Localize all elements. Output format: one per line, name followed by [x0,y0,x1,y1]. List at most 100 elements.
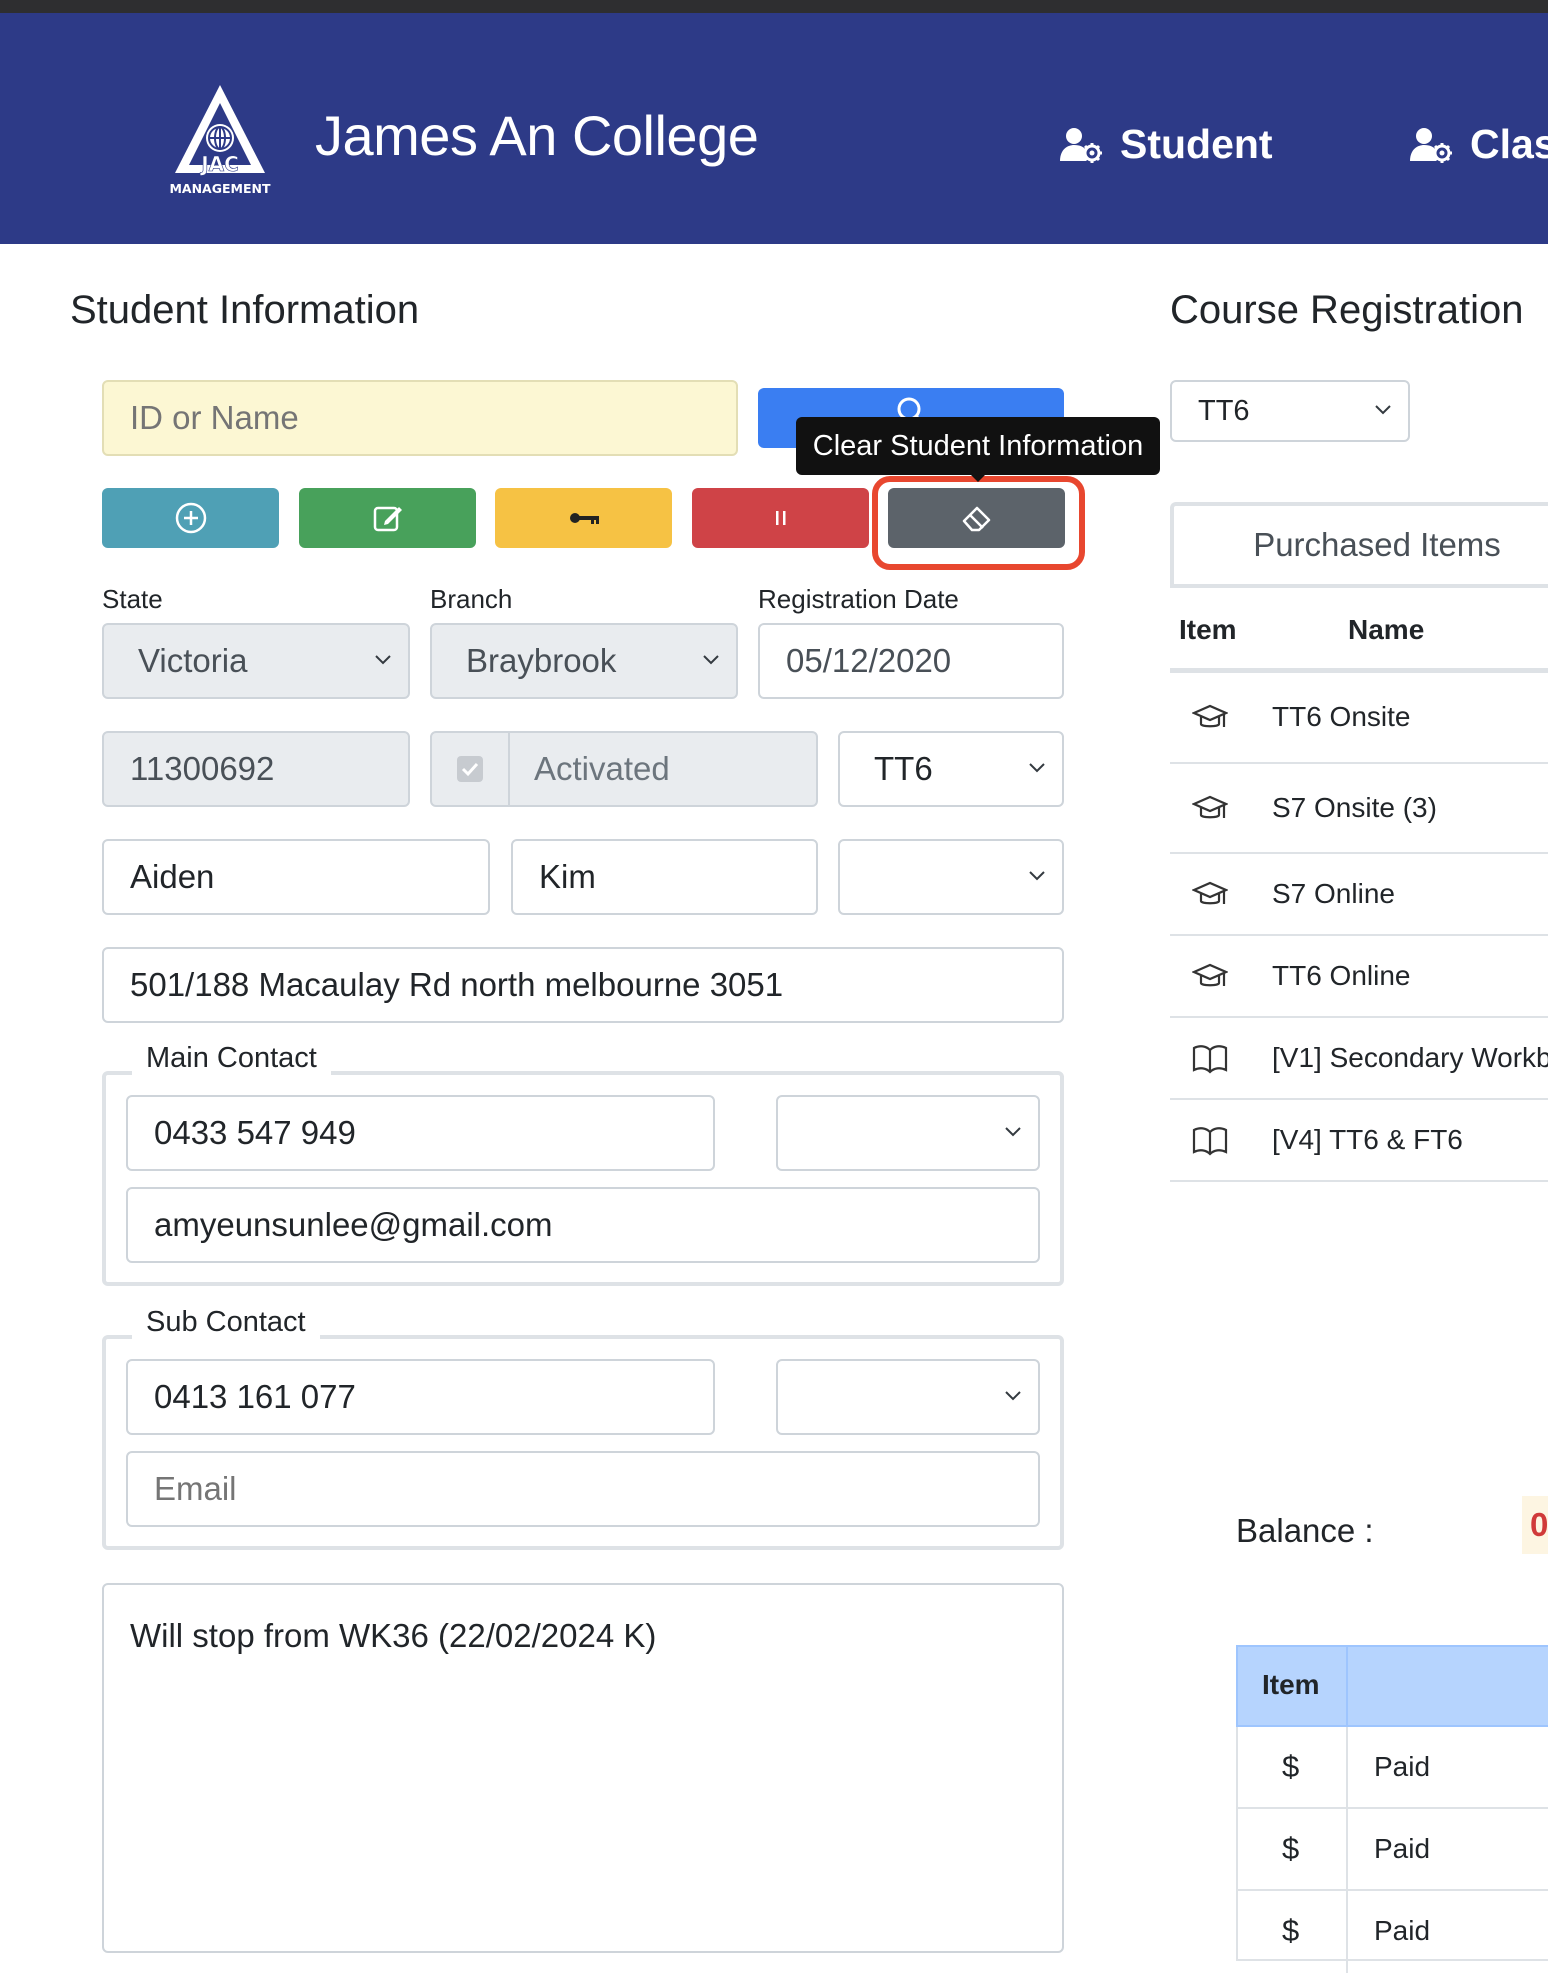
main-contact-legend: Main Contact [132,1042,331,1075]
clear-tooltip: Clear Student Information [796,417,1160,475]
state-value: Victoria [138,642,248,679]
course-select[interactable]: TT6 [1170,380,1410,442]
balance-label: Balance : [1236,1512,1374,1549]
purchased-item-name: TT6 Online [1272,960,1411,991]
payment-row[interactable]: $ Paid [1236,1727,1548,1809]
payments-header: Item [1236,1645,1548,1729]
jac-logo[interactable]: JAC MANAGEMENT [165,83,275,198]
status-checkbox[interactable] [432,733,510,805]
branch-value: Braybrook [466,642,617,679]
purchased-item-row[interactable]: TT6 Onsite [1170,673,1548,764]
last-name-input[interactable]: Kim [511,839,818,915]
registration-date-label: Registration Date [758,584,959,614]
first-name-input[interactable]: Aiden [102,839,490,915]
gender-select[interactable] [838,839,1064,915]
state-label: State [102,584,163,614]
purchased-item-name: [V1] Secondary Workb [1272,1042,1548,1073]
balance-value: 0 [1522,1496,1548,1554]
level-value: TT6 [874,750,933,787]
course-select-value: TT6 [1198,394,1250,427]
address-value: 501/188 Macaulay Rd north melbourne 3051 [130,966,784,1003]
chevron-down-icon [1005,1127,1021,1137]
add-student-button[interactable] [102,488,279,548]
tooltip-arrow [970,474,986,482]
column-divider [1346,1891,1348,1973]
main-relation-select[interactable] [776,1095,1040,1171]
payments-col-item: Item [1262,1669,1320,1700]
purchased-item-row[interactable]: S7 Onsite (3) [1170,764,1548,854]
window-top-strip [0,0,1548,13]
sub-relation-select[interactable] [776,1359,1040,1435]
college-name[interactable]: James An College [315,103,759,168]
key-icon [569,513,599,524]
main-phone-input[interactable]: 0433 547 949 [126,1095,715,1171]
edit-icon [373,506,402,532]
payment-symbol: $ [1282,1831,1300,1866]
sub-contact-legend: Sub Contact [132,1306,320,1339]
items-col-item: Item [1179,614,1237,645]
payment-symbol: $ [1282,1749,1300,1784]
chevron-down-icon [1029,763,1045,773]
purchased-item-name: S7 Onsite (3) [1272,792,1437,823]
pause-button[interactable] [692,488,869,548]
notes-value: Will stop from WK36 (22/02/2024 K) [130,1617,657,1654]
nav-class[interactable]: Clas [1410,121,1548,168]
course-registration-title: Course Registration [1170,288,1524,332]
purchased-items-tab[interactable]: Purchased Items [1170,502,1548,588]
pause-icon [775,511,785,525]
sub-phone-input[interactable]: 0413 161 077 [126,1359,715,1435]
nav-student-label: Student [1120,121,1273,167]
payment-row[interactable]: $ Paid [1236,1891,1548,1973]
graduation-cap-icon [1192,963,1228,987]
main-email-value: amyeunsunlee@gmail.com [154,1206,553,1243]
payment-symbol: $ [1282,1913,1300,1948]
sub-email-input[interactable] [126,1451,1040,1527]
student-id-field: 11300692 [102,731,410,807]
payment-row[interactable]: $ Paid [1236,1809,1548,1891]
app-header: JAC MANAGEMENT James An College Student … [0,13,1548,244]
first-name-value: Aiden [130,858,215,895]
svg-text:MANAGEMENT: MANAGEMENT [169,181,270,196]
state-select[interactable]: Victoria [102,623,410,699]
column-divider [1346,1647,1348,1729]
column-divider [1346,1809,1348,1891]
plus-circle-icon [175,502,206,534]
status-group: Activated [430,731,818,807]
branch-label: Branch [430,584,513,614]
purchased-item-row[interactable]: S7 Online [1170,854,1548,936]
clear-button-highlight [872,476,1085,570]
purchased-item-name: TT6 Onsite [1272,701,1411,732]
user-gear-icon [1410,127,1452,163]
purchased-item-name: S7 Online [1272,878,1395,909]
graduation-cap-icon [1192,704,1228,728]
branch-select[interactable]: Braybrook [430,623,738,699]
chevron-down-icon [1005,1391,1021,1401]
column-divider [1346,1727,1348,1809]
nav-student[interactable]: Student [1060,121,1273,168]
address-input[interactable]: 501/188 Macaulay Rd north melbourne 3051 [102,947,1064,1023]
level-select[interactable]: TT6 [838,731,1064,807]
payment-status: Paid [1374,1751,1431,1782]
purchased-item-name: [V4] TT6 & FT6 [1272,1124,1463,1155]
last-name-value: Kim [539,858,596,895]
registration-date-input[interactable]: 05/12/2020 [758,623,1064,699]
svg-text:JAC: JAC [199,152,239,176]
purchased-items-title: Purchased Items [1253,526,1501,563]
book-icon [1192,1127,1228,1156]
nav-class-label: Clas [1470,121,1548,167]
items-col-name: Name [1348,614,1425,645]
main-email-input[interactable]: amyeunsunlee@gmail.com [126,1187,1040,1263]
book-icon [1192,1045,1228,1074]
student-info-title: Student Information [70,288,420,332]
edit-student-button[interactable] [299,488,476,548]
purchased-item-row[interactable]: [V1] Secondary Workb [1170,1018,1548,1100]
chevron-down-icon [1029,871,1045,881]
key-button[interactable] [495,488,672,548]
chevron-down-icon [703,655,719,665]
student-search-input[interactable] [102,380,738,456]
purchased-item-row[interactable]: [V4] TT6 & FT6 [1170,1100,1548,1182]
purchased-item-row[interactable]: TT6 Online [1170,936,1548,1018]
sub-phone-value: 0413 161 077 [154,1378,356,1415]
chevron-down-icon [375,655,391,665]
notes-textarea[interactable]: Will stop from WK36 (22/02/2024 K) [102,1583,1064,1953]
